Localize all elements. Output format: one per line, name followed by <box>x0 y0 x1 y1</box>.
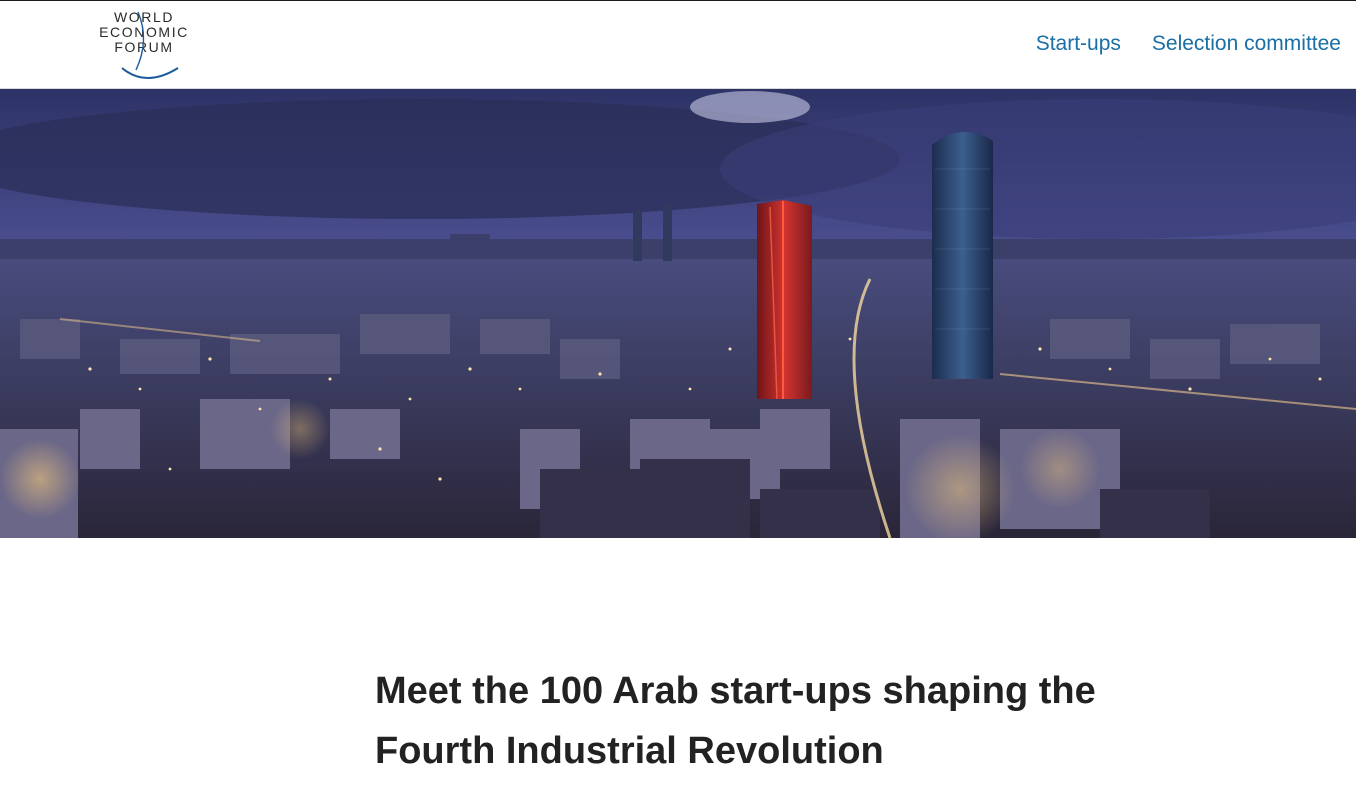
logo-arc-icon <box>121 11 179 79</box>
city-skyline-illustration <box>0 89 1356 538</box>
wef-logo[interactable]: WORLD ECONOMIC FORUM <box>88 10 200 80</box>
hero-image <box>0 89 1356 538</box>
nav-link-start-ups[interactable]: Start-ups <box>1036 32 1121 56</box>
site-header: WORLD ECONOMIC FORUM Start-ups Selection… <box>0 1 1356 89</box>
nav-link-selection-committee[interactable]: Selection committee <box>1152 32 1341 56</box>
main-nav: Start-ups Selection committee <box>1036 32 1341 56</box>
page-headline: Meet the 100 Arab start-ups shaping the … <box>375 670 1096 772</box>
